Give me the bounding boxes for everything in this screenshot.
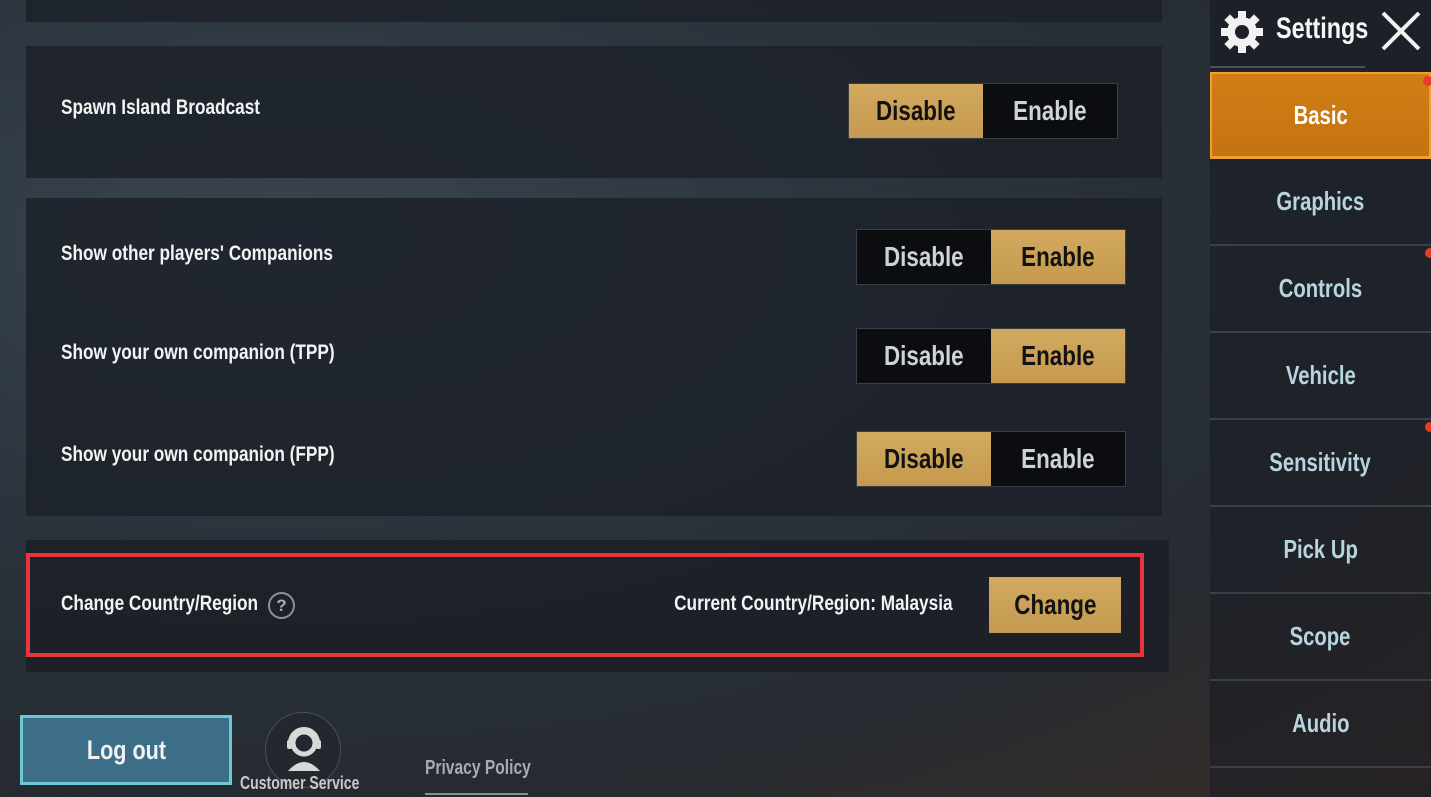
tab-vehicle[interactable]: Vehicle xyxy=(1210,333,1431,420)
tab-basic[interactable]: Basic xyxy=(1210,72,1431,159)
tab-graphics[interactable]: Graphics xyxy=(1210,159,1431,246)
logout-label: Log out xyxy=(86,734,166,765)
customer-service-label[interactable]: Customer Service xyxy=(240,773,359,794)
enable-label: Enable xyxy=(1013,95,1087,126)
disable-label: Disable xyxy=(884,241,964,272)
panel-companions: Show other players' Companions Disable E… xyxy=(26,198,1162,516)
change-label: Change xyxy=(1013,589,1097,620)
show-own-companion-tpp-toggle: Disable Enable xyxy=(856,328,1126,384)
show-own-companion-tpp-label: Show your own companion (TPP) xyxy=(61,341,335,364)
tab-label: Sensitivity xyxy=(1269,447,1372,477)
tpp-disable-button[interactable]: Disable xyxy=(857,329,991,383)
spawn-island-disable-button[interactable]: Disable xyxy=(849,84,983,138)
tab-label: Basic xyxy=(1293,99,1348,130)
notification-dot xyxy=(1425,422,1431,432)
spawn-island-enable-button[interactable]: Enable xyxy=(983,84,1117,138)
enable-label: Enable xyxy=(1021,241,1095,272)
highlight-box xyxy=(26,553,1144,657)
panel-top-remnant xyxy=(26,0,1162,22)
tab-label: Audio xyxy=(1291,708,1350,738)
show-own-companion-fpp-toggle: Disable Enable xyxy=(856,431,1126,487)
show-other-companions-toggle: Disable Enable xyxy=(856,229,1126,285)
title-underline xyxy=(1210,66,1365,68)
enable-label: Enable xyxy=(1021,443,1095,474)
enable-label: Enable xyxy=(1021,340,1095,371)
tab-label: Pick Up xyxy=(1283,534,1358,564)
close-icon[interactable] xyxy=(1378,8,1424,54)
tab-audio[interactable]: Audio xyxy=(1210,681,1431,768)
privacy-policy-underline xyxy=(425,793,528,795)
tab-scope[interactable]: Scope xyxy=(1210,594,1431,681)
tab-controls[interactable]: Controls xyxy=(1210,246,1431,333)
tab-pick-up[interactable]: Pick Up xyxy=(1210,507,1431,594)
tab-sensitivity[interactable]: Sensitivity xyxy=(1210,420,1431,507)
disable-label: Disable xyxy=(876,95,956,126)
tab-label: Vehicle xyxy=(1285,360,1356,390)
privacy-policy-link[interactable]: Privacy Policy xyxy=(425,757,531,780)
disable-label: Disable xyxy=(884,340,964,371)
gear-icon xyxy=(1221,11,1263,53)
tab-label: Scope xyxy=(1290,621,1351,651)
spawn-island-broadcast-toggle: Disable Enable xyxy=(848,83,1118,139)
notification-dot xyxy=(1425,248,1431,258)
settings-content: Spawn Island Broadcast Disable Enable Sh… xyxy=(0,0,1210,797)
settings-sidebar: Settings Basic Graphics Controls Vehicle… xyxy=(1210,0,1431,797)
spawn-island-broadcast-label: Spawn Island Broadcast xyxy=(61,96,261,119)
change-country-button[interactable]: Change xyxy=(989,577,1121,633)
disable-label: Disable xyxy=(884,443,964,474)
fpp-disable-button[interactable]: Disable xyxy=(857,432,991,486)
panel-spawn-island: Spawn Island Broadcast Disable Enable xyxy=(26,46,1162,178)
tab-label: Graphics xyxy=(1276,186,1365,216)
sidebar-header: Settings xyxy=(1210,0,1431,70)
show-other-companions-enable-button[interactable]: Enable xyxy=(991,230,1125,284)
fpp-enable-button[interactable]: Enable xyxy=(991,432,1125,486)
show-own-companion-fpp-label: Show your own companion (FPP) xyxy=(61,443,335,466)
show-other-companions-disable-button[interactable]: Disable xyxy=(857,230,991,284)
tpp-enable-button[interactable]: Enable xyxy=(991,329,1125,383)
settings-title: Settings xyxy=(1276,12,1369,45)
notification-dot xyxy=(1423,76,1431,86)
show-other-companions-label: Show other players' Companions xyxy=(61,242,334,265)
logout-button[interactable]: Log out xyxy=(20,715,232,785)
tab-label: Controls xyxy=(1278,273,1363,303)
